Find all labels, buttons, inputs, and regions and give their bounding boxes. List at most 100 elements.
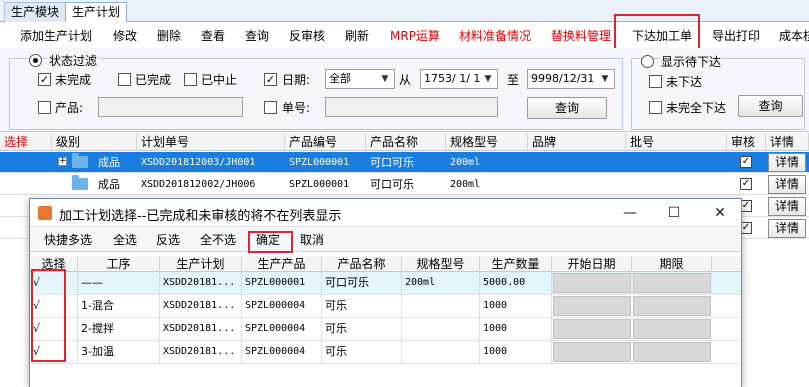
order-no-checkbox[interactable]	[264, 101, 277, 114]
row-level: 成品	[98, 156, 120, 169]
row-process: 3-加温	[78, 341, 160, 363]
filter-query-button[interactable]: 查询	[527, 97, 607, 119]
row-detail-button[interactable]: 详情	[768, 175, 806, 194]
dcol-deadline[interactable]: 期限	[632, 256, 712, 272]
invert-select-button[interactable]: 反选	[156, 232, 180, 250]
select-none-button[interactable]: 全不选	[200, 232, 236, 250]
dialog-grid-header: 选择 工序 生产计划 生产产品 产品名称 规格型号 生产数量 开始日期 期限	[30, 256, 741, 272]
show-pending-radio[interactable]	[641, 55, 654, 68]
start-date-cell[interactable]	[553, 319, 631, 339]
issue-order-highlight	[614, 14, 700, 50]
view-button[interactable]: 查看	[201, 26, 225, 46]
list-item[interactable]: √ —— XSDD20181... SPZL000001 可口可乐 200ml …	[30, 272, 741, 295]
status-filter-radio[interactable]	[29, 54, 42, 67]
row-qty: 5000.00	[480, 272, 552, 294]
col-product-name[interactable]: 产品名称	[366, 133, 446, 151]
row-detail-button[interactable]: 详情	[768, 197, 806, 216]
filter-panel: 状态过滤 ✓ 未完成 已完成 已中止 ✓ 日期: 全部 ▼ 从 1753/ 1/…	[0, 48, 809, 132]
row-name: 可乐	[322, 341, 402, 363]
deadline-cell[interactable]	[633, 296, 711, 316]
deadline-cell[interactable]	[633, 342, 711, 362]
stopped-checkbox[interactable]	[184, 73, 197, 86]
cancel-button[interactable]: 取消	[300, 232, 324, 250]
start-date-cell[interactable]	[553, 342, 631, 362]
row-plan: XSDD20181...	[160, 295, 242, 317]
dcol-start-date[interactable]: 开始日期	[552, 256, 632, 272]
row-audit-checkbox[interactable]: ✓	[740, 156, 752, 168]
export-print-button[interactable]: 导出打印	[712, 26, 760, 46]
col-select[interactable]: 选择	[0, 133, 52, 151]
select-all-button[interactable]: 全选	[113, 232, 137, 250]
table-row[interactable]: + 成品 XSDD201812003/JH001 SPZL000001 可口可乐…	[0, 152, 809, 173]
product-checkbox[interactable]	[38, 101, 51, 114]
row-qty: 1000	[480, 295, 552, 317]
dcol-process[interactable]: 工序	[78, 256, 160, 272]
add-plan-button[interactable]: 添加生产计划	[20, 26, 92, 46]
date-from-field[interactable]: 1753/ 1/ 1 ▼	[420, 69, 498, 89]
row-audit-checkbox[interactable]: ✓	[740, 178, 752, 190]
substitute-material-button[interactable]: 替换料管理	[551, 26, 611, 46]
quick-multi-select-button[interactable]: 快捷多选	[44, 232, 92, 250]
date-label: 日期:	[282, 73, 311, 87]
list-item[interactable]: √ 2-搅拌 XSDD20181... SPZL000004 可乐 1000	[30, 318, 741, 341]
row-detail-button[interactable]: 详情	[768, 219, 806, 238]
unaudit-button[interactable]: 反审核	[289, 26, 325, 46]
chevron-down-icon: ▼	[484, 74, 492, 84]
date-checkbox[interactable]: ✓	[264, 73, 277, 86]
row-detail-button[interactable]: 详情	[768, 153, 806, 172]
col-spec[interactable]: 规格型号	[446, 133, 528, 151]
finished-checkbox[interactable]	[118, 73, 131, 86]
deadline-cell[interactable]	[633, 319, 711, 339]
date-range-value: 全部	[329, 72, 351, 85]
dialog-toolbar: 快捷多选 全选 反选 全不选 确定 取消	[30, 228, 741, 252]
product-field[interactable]	[98, 97, 243, 117]
start-date-cell[interactable]	[553, 296, 631, 316]
col-brand[interactable]: 品牌	[528, 133, 626, 151]
start-date-cell[interactable]	[553, 273, 631, 293]
mrp-button[interactable]: MRP运算	[390, 26, 440, 46]
date-from-value: 1753/ 1/ 1	[424, 72, 481, 85]
row-process: 2-搅拌	[78, 318, 160, 340]
cost-button[interactable]: 成本核	[779, 26, 809, 46]
deadline-cell[interactable]	[633, 273, 711, 293]
unfinished-checkbox[interactable]: ✓	[38, 73, 51, 86]
dialog-title: 加工计划选择--已完成和未审核的将不在列表显示	[59, 209, 342, 224]
date-to-field[interactable]: 9998/12/31 ▼	[527, 69, 615, 89]
dcol-plan[interactable]: 生产计划	[160, 256, 242, 272]
row-process: 1-混合	[78, 295, 160, 317]
col-batch[interactable]: 批号	[626, 133, 727, 151]
material-prep-button[interactable]: 材料准备情况	[459, 26, 531, 46]
query-button[interactable]: 查询	[245, 26, 269, 46]
col-plan-no[interactable]: 计划单号	[137, 133, 285, 151]
col-detail[interactable]: 详情	[766, 133, 809, 151]
not-issued-checkbox[interactable]	[649, 75, 662, 88]
row-qty: 1000	[480, 318, 552, 340]
table-row[interactable]: 成品 XSDD201812002/JH006 SPZL000001 可口可乐 2…	[0, 174, 809, 195]
close-icon[interactable]: ✕	[710, 203, 730, 223]
tab-production-module[interactable]: 生产模块	[4, 2, 67, 22]
list-item[interactable]: √ 1-混合 XSDD20181... SPZL000004 可乐 1000	[30, 295, 741, 318]
not-fully-issued-checkbox[interactable]	[649, 101, 662, 114]
edit-button[interactable]: 修改	[113, 26, 137, 46]
col-audit[interactable]: 审核	[727, 133, 766, 151]
dcol-qty[interactable]: 生产数量	[480, 256, 552, 272]
row-plan: XSDD20181...	[160, 318, 242, 340]
pending-query-button[interactable]: 查询	[738, 95, 803, 117]
refresh-button[interactable]: 刷新	[345, 26, 369, 46]
minimize-icon[interactable]: —	[620, 203, 640, 223]
tab-production-plan[interactable]: 生产计划	[65, 2, 128, 23]
date-range-select[interactable]: 全部 ▼	[325, 69, 395, 89]
dcol-product[interactable]: 生产产品	[242, 256, 322, 272]
list-item[interactable]: √ 3-加温 XSDD20181... SPZL000004 可乐 1000	[30, 341, 741, 364]
col-level[interactable]: 级别	[52, 133, 137, 151]
dcol-product-name[interactable]: 产品名称	[322, 256, 402, 272]
delete-button[interactable]: 删除	[157, 26, 181, 46]
dcol-spec[interactable]: 规格型号	[402, 256, 480, 272]
folder-icon	[72, 153, 88, 168]
order-no-field[interactable]	[325, 97, 498, 117]
expand-icon[interactable]: +	[58, 157, 67, 166]
maximize-icon[interactable]: ☐	[664, 203, 684, 223]
col-product-code[interactable]: 产品编号	[285, 133, 366, 151]
row-plan: XSDD20181...	[160, 272, 242, 294]
row-product: SPZL000004	[242, 295, 322, 317]
